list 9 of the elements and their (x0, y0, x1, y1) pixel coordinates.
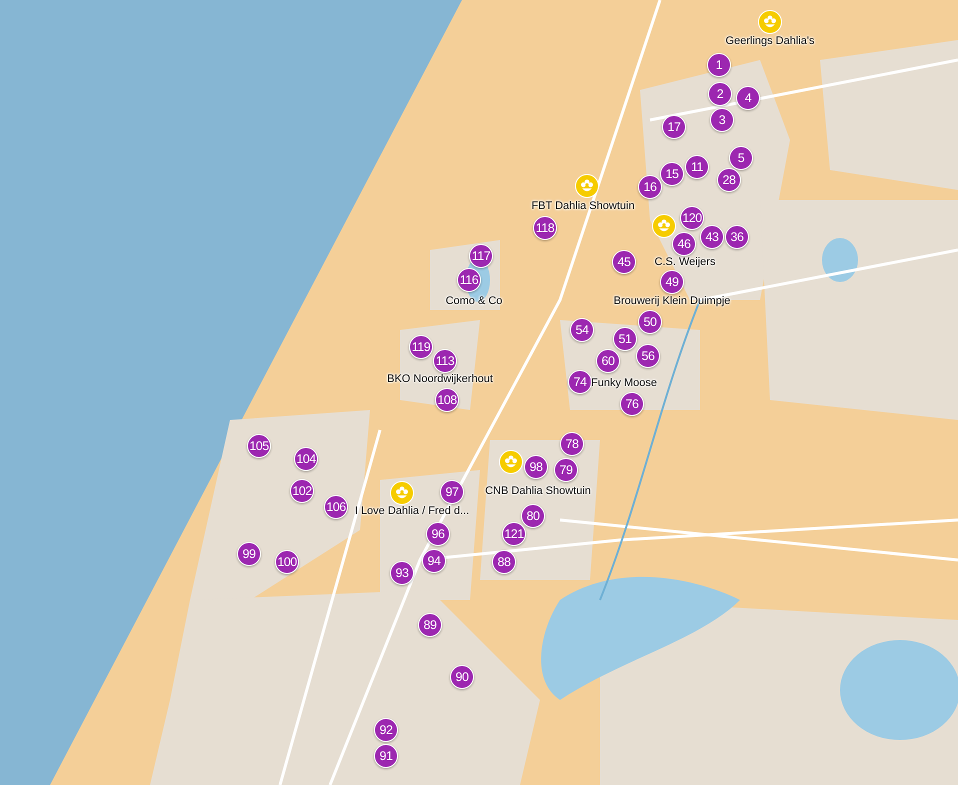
place-label: BKO Noordwijkerhout (387, 373, 493, 386)
place-label: CNB Dahlia Showtuin (485, 485, 591, 498)
place-label: FBT Dahlia Showtuin (531, 200, 635, 213)
place-label: Brouwerij Klein Duimpje (614, 295, 730, 308)
place-label: Como & Co (446, 295, 502, 308)
place-label: C.S. Weijers (654, 256, 716, 269)
place-label: Funky Moose (590, 377, 658, 390)
place-label: I Love Dahlia / Fred d... (354, 505, 470, 518)
place-label: Geerlings Dahlia's (726, 35, 814, 48)
